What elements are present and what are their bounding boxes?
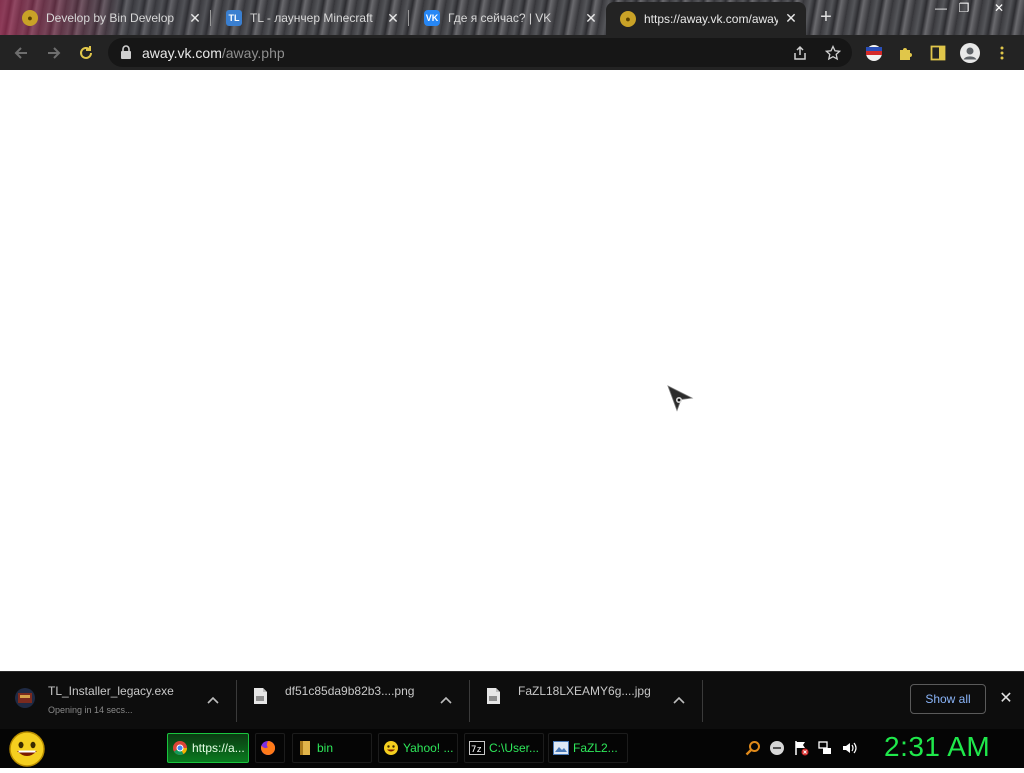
- taskbar-item-yahoo[interactable]: Yahoo! ...: [378, 733, 458, 763]
- yahoo-messenger-icon: [383, 740, 399, 756]
- url-text[interactable]: away.vk.com/away.php: [142, 45, 285, 61]
- forward-button[interactable]: [41, 40, 67, 66]
- firefox-icon: [260, 740, 276, 756]
- chrome-icon: [172, 740, 188, 756]
- clock[interactable]: 2:31 AM: [884, 731, 990, 763]
- bookmark-star-icon[interactable]: [823, 43, 843, 63]
- folder-icon: [297, 740, 313, 756]
- smiley-start-icon: [9, 731, 45, 767]
- image-file-icon: [251, 686, 273, 710]
- exe-file-icon: [14, 686, 36, 710]
- network-icon[interactable]: [817, 740, 833, 756]
- show-all-button[interactable]: Show all: [910, 684, 986, 714]
- download-item[interactable]: TL_Installer_legacy.exe Opening in 14 se…: [0, 672, 236, 730]
- minimize-icon[interactable]: —: [930, 0, 952, 18]
- chevron-up-icon[interactable]: [205, 692, 221, 708]
- mouse-cursor-icon: [666, 384, 696, 419]
- taskbar-item-console[interactable]: 7z C:\User...: [464, 733, 544, 763]
- tab-vk[interactable]: VK Где я сейчас? | VK ✕: [410, 4, 606, 32]
- back-arrow-icon: [14, 47, 27, 59]
- taskbar-item-label: https://a...: [192, 741, 245, 755]
- close-tab-icon[interactable]: ✕: [188, 10, 202, 27]
- profile-avatar-icon[interactable]: [959, 42, 981, 64]
- window-close-icon[interactable]: ✕: [988, 0, 1010, 18]
- download-shelf: TL_Installer_legacy.exe Opening in 14 se…: [0, 671, 1024, 730]
- page-content: [0, 70, 1024, 671]
- reload-button[interactable]: [73, 40, 99, 66]
- search-icon[interactable]: [745, 740, 761, 756]
- image-viewer-icon: [553, 740, 569, 756]
- tl-launcher-icon: TL: [226, 10, 242, 26]
- tab-tl-launcher[interactable]: TL TL - лаунчер Minecraft ✕: [212, 4, 408, 32]
- tab-strip: ● Develop by Bin Develop ✕ TL TL - лаунч…: [0, 0, 1024, 35]
- taskbar-item-chrome[interactable]: https://a...: [167, 733, 249, 763]
- taskbar-item-bin[interactable]: bin: [292, 733, 372, 763]
- coin-icon: ●: [620, 10, 636, 27]
- tab-title: TL - лаунчер Minecraft: [250, 11, 373, 25]
- console-icon: 7z: [469, 740, 485, 756]
- vk-icon: VK: [424, 10, 440, 26]
- tab-develop[interactable]: ● Develop by Bin Develop ✕: [8, 4, 210, 32]
- volume-icon[interactable]: [841, 740, 857, 756]
- browser-toolbar: away.vk.com/away.php: [0, 35, 1024, 70]
- download-item[interactable]: FaZL18LXEAMY6g....jpg: [470, 672, 702, 730]
- taskbar: https://a... bin Yahoo! ... 7z C:\User..…: [0, 729, 1024, 768]
- tab-title: Где я сейчас? | VK: [448, 11, 552, 25]
- address-bar[interactable]: away.vk.com/away.php: [108, 38, 852, 67]
- close-tab-icon[interactable]: ✕: [386, 10, 400, 27]
- vpn-extension-icon[interactable]: [863, 42, 885, 64]
- close-tab-icon[interactable]: ✕: [584, 10, 598, 27]
- download-item[interactable]: df51c85da9b82b3....png: [237, 672, 469, 730]
- tab-divider: [210, 10, 211, 26]
- restore-icon[interactable]: ❐: [953, 0, 975, 18]
- action-center-flag-icon[interactable]: [793, 740, 809, 756]
- download-filename: FaZL18LXEAMY6g....jpg: [518, 684, 651, 698]
- tab-divider: [408, 10, 409, 26]
- back-button[interactable]: [8, 40, 34, 66]
- coin-icon: ●: [22, 10, 38, 26]
- image-file-icon: [484, 686, 506, 710]
- taskbar-item-firefox[interactable]: [255, 733, 285, 763]
- taskbar-item-label: bin: [317, 741, 334, 755]
- chevron-up-icon[interactable]: [671, 692, 687, 708]
- new-tab-button[interactable]: +: [815, 6, 837, 28]
- taskbar-item-label: C:\User...: [489, 741, 540, 755]
- taskbar-item-label: Yahoo! ...: [403, 741, 454, 755]
- chevron-up-icon[interactable]: [438, 692, 454, 708]
- side-panel-icon[interactable]: [927, 42, 949, 64]
- taskbar-item-label: FaZL2...: [573, 741, 618, 755]
- tab-title: https://away.vk.com/away: [644, 11, 778, 26]
- share-icon[interactable]: [790, 43, 810, 63]
- messenger-tray-icon[interactable]: [769, 740, 785, 756]
- forward-arrow-icon: [48, 47, 61, 59]
- lock-icon[interactable]: [120, 45, 132, 64]
- start-button[interactable]: [8, 730, 46, 768]
- tab-title: Develop by Bin Develop: [46, 11, 175, 25]
- reload-icon: [80, 46, 92, 59]
- divider: [702, 680, 703, 722]
- download-filename: df51c85da9b82b3....png: [285, 684, 415, 698]
- download-filename: TL_Installer_legacy.exe: [48, 684, 174, 698]
- url-host: away.vk.com: [142, 45, 222, 61]
- extensions-puzzle-icon[interactable]: [895, 42, 917, 64]
- tab-away-vk[interactable]: ● https://away.vk.com/away ✕: [606, 2, 806, 35]
- more-menu-icon[interactable]: [991, 42, 1013, 64]
- close-shelf-icon[interactable]: ✕: [997, 690, 1015, 708]
- download-status: Opening in 14 secs...: [48, 705, 133, 715]
- close-tab-icon[interactable]: ✕: [784, 10, 798, 27]
- svg-text:7z: 7z: [471, 745, 482, 755]
- url-path: /away.php: [221, 45, 285, 61]
- taskbar-item-image[interactable]: FaZL2...: [548, 733, 628, 763]
